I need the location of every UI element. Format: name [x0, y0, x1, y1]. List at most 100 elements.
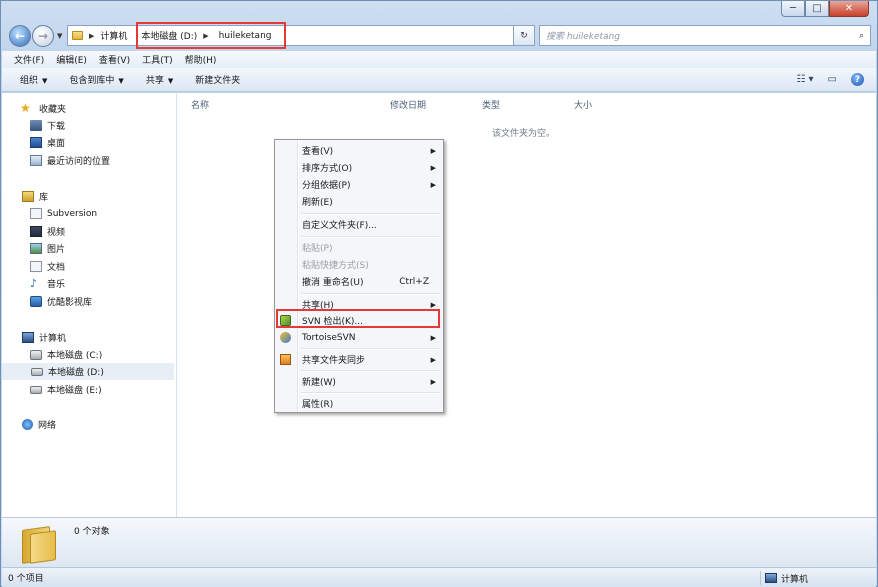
menu-item-paste-shortcut: 粘贴快捷方式(S) — [302, 261, 369, 271]
nav-subversion[interactable]: Subversion — [30, 205, 170, 222]
menu-separator — [301, 213, 440, 215]
youku-library-icon — [30, 296, 42, 307]
menu-help[interactable]: 帮助(H) — [185, 53, 217, 66]
submenu-arrow-icon: ▶ — [430, 300, 436, 309]
address-bar[interactable]: ▶计算机 本地磁盘 (D:)▶ huileketang ▼ — [67, 22, 529, 49]
nav-favorites[interactable]: ★ 收藏夹 — [20, 100, 170, 117]
document-icon — [30, 261, 42, 272]
recent-places-icon — [30, 155, 42, 166]
column-header-name[interactable]: 名称 — [191, 98, 209, 111]
nav-computer[interactable]: 计算机 — [22, 329, 172, 346]
document-library-icon — [30, 208, 42, 219]
menu-separator — [301, 370, 440, 372]
forward-button[interactable]: → — [32, 25, 54, 47]
item-count: 0 个项目 — [8, 574, 44, 584]
details-pane: 0 个对象 — [2, 517, 876, 567]
star-icon: ★ — [20, 101, 31, 115]
nav-recent-places[interactable]: 最近访问的位置 — [30, 152, 170, 169]
nav-drive-c[interactable]: 本地磁盘 (C:) — [30, 346, 170, 363]
folder-icon — [72, 31, 83, 40]
submenu-arrow-icon: ▶ — [430, 163, 436, 172]
menu-item-undo-rename[interactable]: 撤消 重命名(U) Ctrl+Z — [275, 273, 443, 290]
submenu-arrow-icon: ▶ — [430, 146, 436, 155]
maximize-button[interactable]: □ — [805, 1, 829, 17]
submenu-arrow-icon: ▶ — [430, 180, 436, 189]
close-button[interactable]: ✕ — [829, 1, 869, 17]
minimize-button[interactable]: ─ — [781, 1, 805, 17]
nav-drive-e[interactable]: 本地磁盘 (E:) — [30, 381, 170, 398]
menu-item-refresh[interactable]: 刷新(E) — [275, 193, 443, 210]
menu-item-properties[interactable]: 属性(R) — [275, 395, 443, 412]
svn-checkout-highlight-box — [276, 309, 440, 328]
recent-pages-dropdown[interactable]: ▼ — [57, 32, 62, 40]
nav-music[interactable]: ♪ 音乐 — [30, 275, 170, 292]
desktop-icon — [30, 137, 42, 148]
breadcrumb-computer[interactable]: ▶ 计算机 — [87, 29, 127, 43]
help-icon[interactable]: ? — [851, 73, 864, 86]
refresh-button[interactable]: ↻ — [513, 25, 535, 46]
nav-desktop[interactable]: 桌面 — [30, 134, 170, 151]
submenu-arrow-icon: ▶ — [430, 355, 436, 364]
menu-view[interactable]: 查看(V) — [99, 53, 130, 66]
view-options-icon[interactable]: ☷ ▾ — [796, 74, 813, 85]
address-highlight-box — [136, 22, 286, 49]
nav-drive-d[interactable]: 本地磁盘 (D:) — [2, 363, 174, 380]
preview-pane-icon[interactable]: ▭ — [828, 74, 837, 85]
drive-e-icon — [30, 385, 42, 394]
nav-youku-library[interactable]: 优酷影视库 — [30, 293, 170, 310]
menu-item-customize-folder[interactable]: 自定义文件夹(F)... — [275, 216, 443, 233]
network-icon — [22, 419, 33, 430]
submenu-arrow-icon: ▶ — [430, 333, 436, 342]
menu-item-sort-by[interactable]: 排序方式(O) ▶ — [275, 159, 443, 176]
menu-edit[interactable]: 编辑(E) — [56, 53, 87, 66]
video-icon — [30, 226, 42, 237]
menu-shortcut: Ctrl+Z — [399, 276, 429, 287]
column-header-date-modified[interactable]: 修改日期 — [390, 98, 426, 111]
share-button[interactable]: 共享 ▼ — [146, 73, 173, 86]
object-count: 0 个对象 — [74, 527, 110, 537]
new-folder-button[interactable]: 新建文件夹 — [195, 73, 240, 86]
nav-libraries[interactable]: 库 — [22, 188, 172, 205]
search-icon[interactable]: ⌕ — [859, 31, 864, 41]
navigation-row: ← → ▼ ▶计算机 本地磁盘 (D:)▶ huileketang ▼ ↻ 搜索… — [7, 22, 871, 49]
nav-downloads[interactable]: 下载 — [30, 117, 170, 134]
menu-file[interactable]: 文件(F) — [14, 53, 44, 66]
music-icon: ♪ — [30, 277, 38, 290]
window-caption-buttons: ─ □ ✕ — [781, 1, 869, 17]
nav-network[interactable]: 网络 — [22, 416, 172, 433]
nav-documents[interactable]: 文档 — [30, 258, 170, 275]
include-in-library-button[interactable]: 包含到库中 ▼ — [69, 73, 123, 86]
search-input[interactable]: 搜索 huileketang ⌕ — [539, 25, 871, 46]
folder-icon — [22, 524, 58, 564]
menu-separator — [301, 348, 440, 350]
nav-pictures[interactable]: 图片 — [30, 240, 170, 257]
tortoisesvn-icon — [280, 332, 291, 343]
menu-item-new[interactable]: 新建(W) ▶ — [275, 373, 443, 390]
menu-separator — [301, 293, 440, 295]
navigation-pane: ★ 收藏夹 下载 桌面 最近访问的位置 库 Subversion 视频 图片 文档… — [2, 93, 177, 517]
sync-icon — [280, 354, 291, 365]
submenu-arrow-icon: ▶ — [430, 377, 436, 386]
library-icon — [22, 191, 34, 202]
back-button[interactable]: ← — [9, 25, 31, 47]
explorer-window: ─ □ ✕ ← → ▼ ▶ 计算机 本地磁盘 (D:) ▶ huileketang … — [0, 0, 878, 587]
status-location: 计算机 — [760, 571, 808, 585]
menu-item-shared-folder-sync[interactable]: 共享文件夹同步 ▶ — [275, 351, 443, 368]
menu-item-view[interactable]: 查看(V) ▶ — [275, 142, 443, 159]
column-header-size[interactable]: 大小 — [574, 98, 592, 111]
menu-item-paste: 粘贴(P) — [302, 244, 333, 254]
menu-bar: 文件(F) 编辑(E) 查看(V) 工具(T) 帮助(H) — [2, 51, 876, 68]
organize-button[interactable]: 组织 ▼ — [20, 73, 47, 86]
picture-icon — [30, 243, 42, 254]
drive-c-icon — [30, 349, 42, 360]
menu-tools[interactable]: 工具(T) — [142, 53, 173, 66]
download-folder-icon — [30, 120, 42, 131]
column-header-type[interactable]: 类型 — [482, 98, 500, 111]
drive-d-icon — [31, 367, 43, 376]
menu-item-tortoisesvn[interactable]: TortoiseSVN ▶ — [275, 329, 443, 346]
command-bar: 组织 ▼ 包含到库中 ▼ 共享 ▼ 新建文件夹 ☷ ▾ ▭ ? — [2, 68, 876, 92]
status-bar: 0 个项目 计算机 — [2, 567, 876, 587]
menu-item-group-by[interactable]: 分组依据(P) ▶ — [275, 176, 443, 193]
computer-icon — [22, 332, 34, 343]
nav-videos[interactable]: 视频 — [30, 223, 170, 240]
